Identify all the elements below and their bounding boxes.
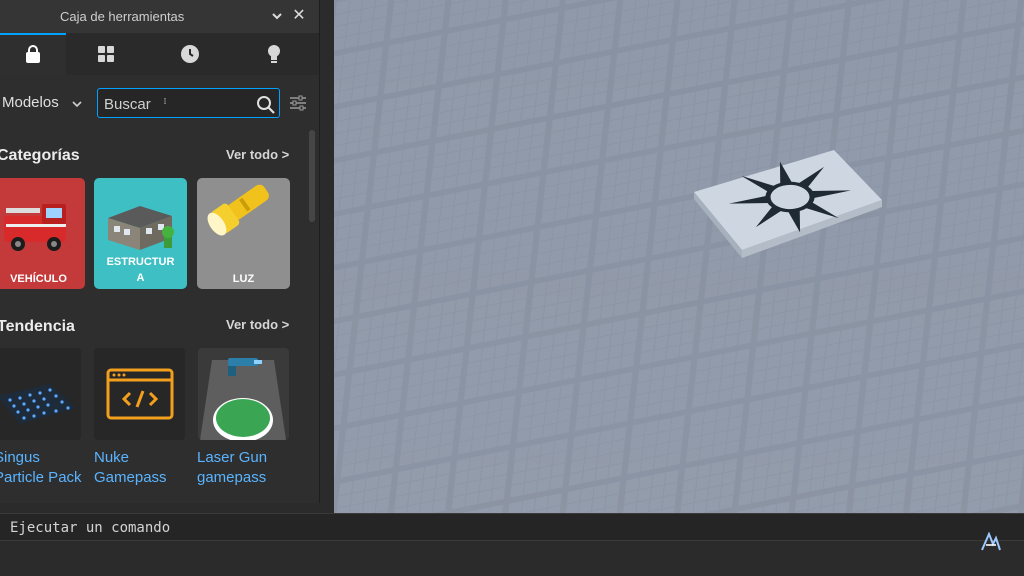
category-dropdown-label: Modelos — [2, 94, 59, 111]
toolbox-tabs — [0, 33, 319, 75]
particle-grid-icon — [0, 384, 76, 424]
tab-inventory[interactable] — [74, 33, 138, 75]
categories-heading: Categorías — [0, 147, 80, 164]
3d-viewport[interactable] — [334, 0, 1024, 513]
chevron-down-icon[interactable] — [270, 9, 284, 23]
see-all-categories-link[interactable]: Ver todo > — [226, 147, 289, 162]
chevron-down-icon — [72, 101, 82, 108]
toolbox-title: Caja de herramientas — [60, 9, 185, 24]
grid-icon — [98, 46, 114, 62]
laser-gun-icon — [200, 358, 286, 440]
search-icon[interactable] — [256, 95, 276, 115]
category-card-label: LUZ — [232, 273, 255, 285]
toolbox-titlebar: Caja de herramientas ✕ — [0, 0, 319, 33]
trending-tile-nuke-gamepass[interactable] — [94, 348, 185, 440]
category-card-label: VEHÍCULO — [10, 273, 67, 285]
flashlight-icon — [207, 184, 269, 236]
fire-truck-icon — [4, 204, 66, 251]
scrollbar[interactable] — [309, 130, 315, 222]
code-window-icon — [106, 368, 174, 420]
trending-tile-laser-gun[interactable] — [198, 348, 289, 440]
category-card-structure[interactable]: ESTRUCTUR A — [94, 178, 187, 289]
command-input[interactable] — [10, 519, 610, 537]
tab-recent[interactable] — [158, 33, 222, 75]
assistant-icon[interactable] — [980, 532, 1002, 552]
command-bar — [0, 513, 1024, 541]
category-card-light[interactable]: LUZ — [197, 178, 290, 289]
see-all-trending-link[interactable]: Ver todo > — [226, 317, 289, 332]
status-strip — [0, 541, 1024, 576]
search-input[interactable] — [104, 94, 244, 114]
baseplate-grid — [334, 0, 1024, 513]
building-icon — [108, 206, 174, 250]
search-box — [97, 88, 280, 118]
tab-marketplace[interactable] — [0, 33, 66, 75]
toolbox-panel: Caja de herramientas ✕ Modelos Buscar Ca… — [0, 0, 320, 503]
category-card-vehicle[interactable]: VEHÍCULO — [0, 178, 85, 289]
tab-ideas[interactable] — [242, 33, 306, 75]
trending-item-name[interactable]: Particle Pack — [0, 468, 82, 488]
lightbulb-icon — [268, 45, 280, 63]
trending-item-name[interactable]: gamepass — [197, 468, 266, 488]
close-icon[interactable]: ✕ — [291, 8, 307, 24]
trending-item-name[interactable]: Laser Gun — [197, 448, 267, 468]
clock-icon — [181, 45, 199, 63]
filter-settings-icon[interactable] — [289, 94, 307, 112]
trending-item-name[interactable]: Nuke — [94, 448, 129, 468]
category-dropdown[interactable]: Modelos — [0, 92, 88, 114]
trending-item-name[interactable]: Gamepass — [94, 468, 167, 488]
filter-row: Modelos — [0, 80, 319, 126]
category-card-label: ESTRUCTUR A — [106, 256, 175, 284]
trending-item-name[interactable]: Singus — [0, 448, 40, 468]
trending-heading: Tendencia — [0, 318, 75, 335]
trending-tile-particle-pack[interactable] — [0, 348, 81, 440]
text-cursor-icon — [164, 98, 166, 104]
shopping-bag-icon — [26, 45, 40, 63]
